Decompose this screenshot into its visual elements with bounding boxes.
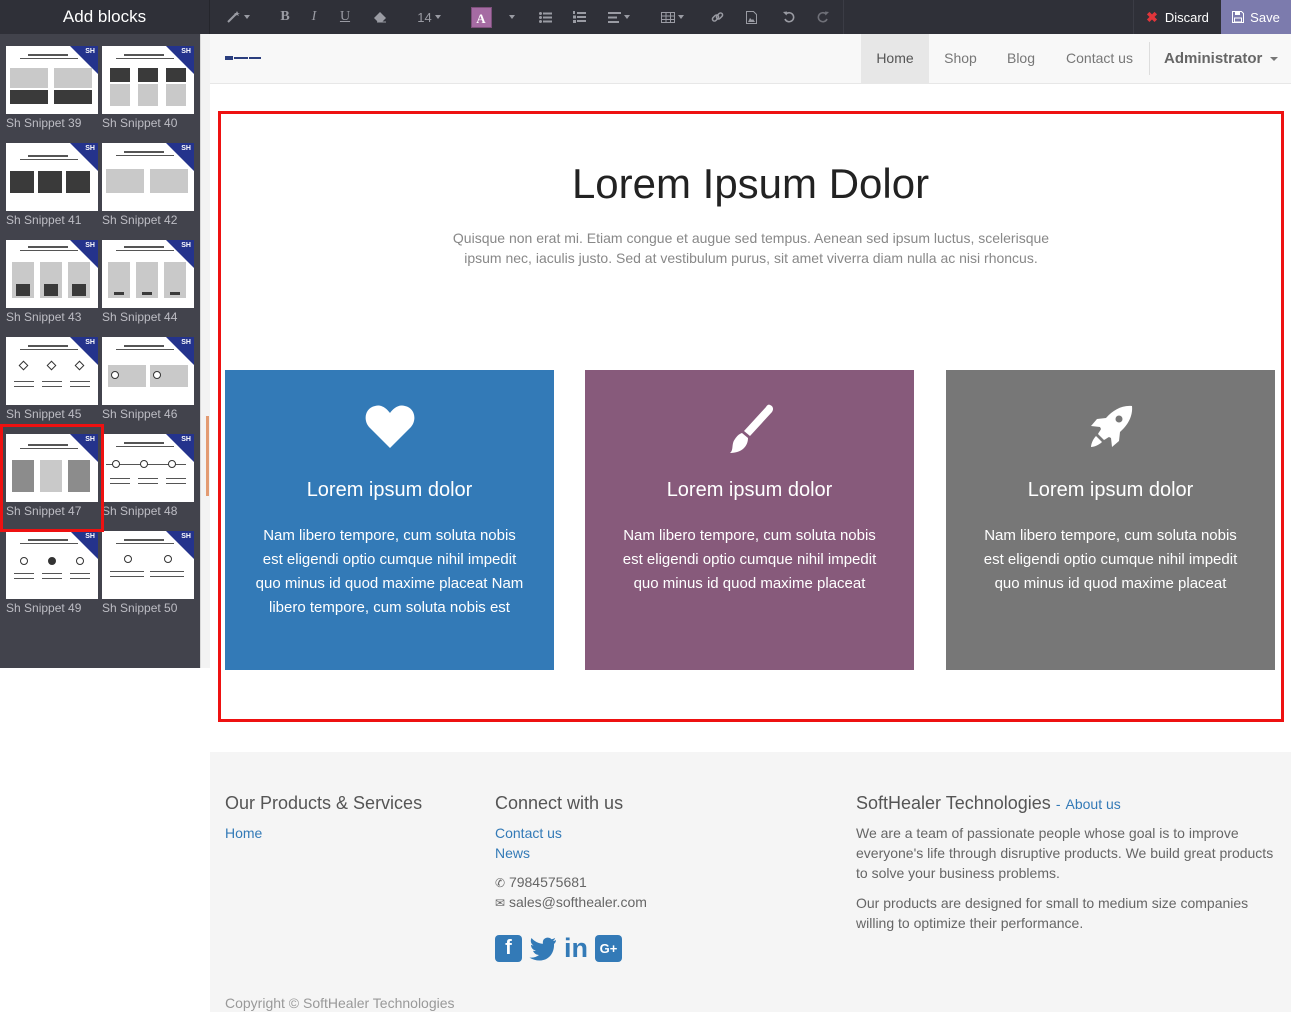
snippet-thumbnail[interactable]: SH [102, 240, 194, 308]
snippet-label: Sh Snippet 44 [102, 310, 178, 324]
copyright-text: Copyright © SoftHealer Technologies [225, 995, 455, 1011]
snippet-thumbnail[interactable]: SH [6, 46, 98, 114]
table-icon [660, 11, 675, 23]
footer-about-text-2: Our products are designed for small to m… [856, 895, 1249, 931]
text-color-button[interactable]: A [470, 0, 492, 34]
envelope-icon: ✉ [495, 896, 506, 910]
footer-company-heading: SoftHealer Technologies - About us [856, 793, 1121, 814]
social-links: f in G+ [495, 935, 622, 962]
site-logo[interactable] [225, 55, 265, 61]
snippet-label: Sh Snippet 48 [102, 504, 178, 518]
footer-phone: ✆ 7984575681 [495, 872, 587, 893]
close-icon: ✖ [1146, 8, 1158, 25]
nav-shop[interactable]: Shop [929, 34, 992, 83]
snippet-thumbnail[interactable]: SH [6, 143, 98, 211]
footer-connect-heading: Connect with us [495, 793, 624, 813]
nav-divider [1149, 42, 1150, 75]
snippet-thumbnail[interactable]: SH [102, 434, 194, 502]
eraser-icon [374, 11, 386, 22]
email-address: sales@softhealer.com [508, 894, 647, 910]
snippet-panel: SH Sh Snippet 39 SH Sh Snippet 40 SH Sh … [0, 34, 200, 668]
footer-email: ✉ sales@softhealer.com [495, 892, 647, 913]
link-button[interactable] [708, 0, 726, 34]
snippet-label: Sh Snippet 41 [6, 213, 82, 227]
editor-toolbar: Add blocks B I U 14 A ✖ Discard Save [0, 0, 1291, 34]
snippet-thumbnail[interactable]: SH [102, 46, 194, 114]
snippet-label: Sh Snippet 43 [6, 310, 82, 324]
bullet-list-button[interactable] [536, 0, 554, 34]
image-button[interactable] [742, 0, 760, 34]
color-dropdown-caret[interactable] [504, 0, 516, 34]
linkedin-icon[interactable]: in [564, 935, 588, 962]
redo-button[interactable] [814, 0, 832, 34]
snippet-label: Sh Snippet 42 [102, 213, 178, 227]
discard-label: Discard [1164, 9, 1209, 25]
floppy-disk-icon [1232, 11, 1245, 23]
snippet-label: Sh Snippet 40 [102, 116, 178, 130]
text-color-swatch: A [470, 6, 492, 28]
snippet-thumbnail[interactable]: SH [6, 531, 98, 599]
selected-snippet-highlight [0, 424, 104, 532]
google-plus-icon[interactable]: G+ [595, 935, 622, 962]
snippet-thumbnail[interactable]: SH [102, 337, 194, 405]
about-dash: - [1055, 796, 1061, 812]
link-icon [711, 11, 723, 22]
site-navbar: Home Shop Blog Contact us Administrator [210, 34, 1291, 84]
snippet-thumbnail[interactable]: SH [102, 531, 194, 599]
magic-wand-icon [226, 11, 240, 23]
snippet-label: Sh Snippet 39 [6, 116, 82, 130]
magic-wand-dropdown[interactable] [224, 0, 252, 34]
footer-products-heading: Our Products & Services [225, 793, 423, 813]
snippet-thumbnail[interactable]: SH [6, 337, 98, 405]
table-dropdown[interactable] [658, 0, 686, 34]
discard-button[interactable]: ✖ Discard [1133, 0, 1221, 34]
scroll-handle[interactable] [206, 416, 209, 496]
save-button[interactable]: Save [1221, 0, 1291, 34]
toolbar-divider [843, 0, 844, 34]
footer-link-news[interactable]: News [495, 845, 530, 861]
selected-block-highlight [218, 111, 1284, 722]
align-left-icon [608, 11, 621, 23]
font-size-value: 14 [417, 9, 432, 25]
nav-home[interactable]: Home [861, 34, 929, 83]
twitter-icon[interactable] [529, 937, 557, 961]
add-blocks-title: Add blocks [0, 0, 210, 34]
redo-icon [817, 11, 829, 23]
undo-icon [783, 11, 795, 23]
bullet-list-icon [538, 11, 552, 23]
footer-link-home[interactable]: Home [225, 825, 262, 841]
nav-blog[interactable]: Blog [992, 34, 1050, 83]
user-name: Administrator [1164, 50, 1263, 67]
footer-link-about[interactable]: About us [1066, 796, 1121, 812]
panel-resizer[interactable] [200, 34, 210, 668]
footer-about-text-1: We are a team of passionate people whose… [856, 825, 1274, 881]
caret-down-icon [1270, 57, 1279, 62]
nav-contact-us[interactable]: Contact us [1050, 34, 1149, 83]
company-name: SoftHealer Technologies [856, 793, 1051, 813]
image-icon [745, 10, 757, 24]
snippet-thumbnail[interactable]: SH [6, 240, 98, 308]
align-dropdown[interactable] [604, 0, 634, 34]
user-menu[interactable]: Administrator [1164, 34, 1279, 83]
facebook-icon[interactable]: f [495, 935, 522, 962]
save-label: Save [1250, 9, 1280, 25]
numbered-list-button[interactable] [570, 0, 588, 34]
font-size-dropdown[interactable]: 14 [412, 0, 446, 34]
eraser-button[interactable] [370, 0, 390, 34]
italic-button[interactable]: I [306, 0, 322, 34]
snippet-thumbnail[interactable]: SH [102, 143, 194, 211]
bold-button[interactable]: B [276, 0, 294, 34]
snippet-label: Sh Snippet 50 [102, 601, 178, 615]
snippet-label: Sh Snippet 49 [6, 601, 82, 615]
snippet-label: Sh Snippet 45 [6, 407, 82, 421]
footer-link-contact[interactable]: Contact us [495, 825, 562, 841]
undo-button[interactable] [780, 0, 798, 34]
numbered-list-icon [572, 11, 586, 23]
caret-down-icon [508, 15, 515, 19]
phone-icon: ✆ [495, 876, 506, 890]
snippet-label: Sh Snippet 46 [102, 407, 178, 421]
underline-button[interactable]: U [336, 0, 354, 34]
phone-number: 7984575681 [508, 874, 587, 890]
